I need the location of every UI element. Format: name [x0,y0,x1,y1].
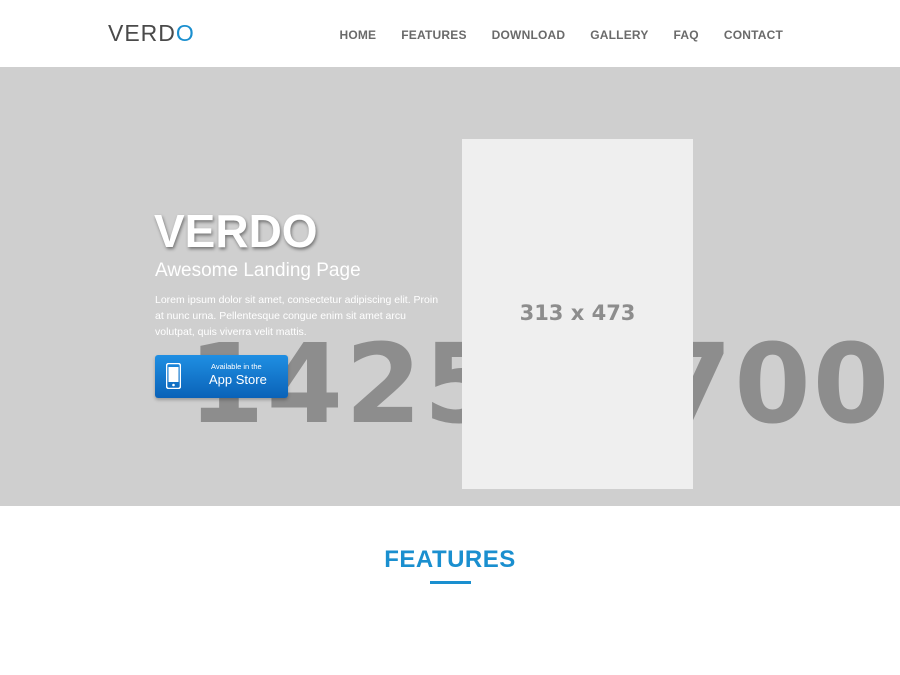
app-store-button[interactable]: Available in the App Store [155,355,288,398]
app-store-small-label: Available in the [211,362,262,371]
nav-download[interactable]: DOWNLOAD [492,28,566,42]
phone-mockup-label: 313 x 473 [519,301,636,325]
features-underline [430,581,471,584]
hero-title: VERDO [154,205,318,257]
phone-mockup-placeholder: 313 x 473 [462,139,693,489]
main-nav: HOME FEATURES DOWNLOAD GALLERY FAQ CONTA… [314,28,783,42]
logo[interactable]: VERDO [108,20,195,47]
hero-section: 1425 x 700 VERDO Awesome Landing Page Lo… [0,67,900,506]
app-store-label: App Store [209,372,267,387]
nav-features[interactable]: FEATURES [401,28,466,42]
hero-subtitle: Awesome Landing Page [155,260,361,281]
nav-faq[interactable]: FAQ [674,28,699,42]
nav-home[interactable]: HOME [339,28,376,42]
hero-description: Lorem ipsum dolor sit amet, consectetur … [155,294,439,338]
logo-main: VERD [108,20,176,46]
logo-accent: O [175,20,195,46]
landing-page: VERDO HOME FEATURES DOWNLOAD GALLERY FAQ… [0,0,900,675]
nav-contact[interactable]: CONTACT [724,28,783,42]
nav-gallery[interactable]: GALLERY [590,28,648,42]
phone-icon [166,363,181,389]
header: VERDO HOME FEATURES DOWNLOAD GALLERY FAQ… [0,0,900,67]
features-title: FEATURES [384,546,516,573]
